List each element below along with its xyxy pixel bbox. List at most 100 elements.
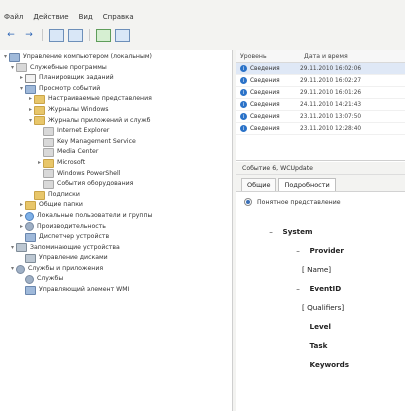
info-icon: i (240, 101, 247, 108)
tree-item-microsoft[interactable]: ▸ Microsoft (0, 158, 232, 169)
tab-general[interactable]: Общие (241, 178, 277, 191)
event-date-cell: 29.11.2010 16:02:27 (300, 77, 362, 84)
event-properties-title: Событие 6, WCUpdate (236, 162, 405, 175)
log-icon (43, 126, 54, 136)
menu-action[interactable]: Действие (33, 10, 68, 24)
collapse-dash-icon[interactable]: – (289, 279, 307, 298)
xml-provider-node[interactable]: – Provider (244, 241, 397, 260)
tree-item-device-manager[interactable]: Диспетчер устройств (0, 232, 232, 243)
tree-item-task-scheduler[interactable]: ▸ Планировщик заданий (0, 73, 232, 84)
tree-item-disk-management[interactable]: Управление дисками (0, 253, 232, 264)
friendly-view-option[interactable]: Понятное представление (244, 198, 397, 206)
tree-item-hardware-events[interactable]: События оборудования (0, 179, 232, 190)
toolbar-separator (89, 29, 90, 41)
expand-icon[interactable]: ▸ (27, 105, 34, 116)
tree-item-key-management[interactable]: Key Management Service (0, 137, 232, 148)
event-date-cell: 23.11.2010 12:28:40 (300, 125, 362, 132)
menu-help[interactable]: Справка (103, 10, 134, 24)
expand-icon[interactable]: ▸ (18, 200, 25, 211)
tree-item-internet-explorer[interactable]: Internet Explorer (0, 126, 232, 137)
xml-task-node: Task (309, 341, 328, 350)
back-arrow-icon[interactable]: ← (4, 29, 18, 42)
forward-arrow-icon[interactable]: → (22, 29, 36, 42)
expand-icon[interactable]: ▾ (9, 264, 16, 275)
event-level-cell: i Сведения (236, 77, 292, 84)
collapse-dash-icon[interactable]: – (262, 222, 280, 241)
tree-item-windows-logs[interactable]: ▸ Журналы Windows (0, 105, 232, 116)
info-icon: i (240, 77, 247, 84)
event-viewer-icon (25, 84, 36, 94)
expand-icon[interactable]: ▸ (18, 73, 25, 84)
expand-icon[interactable]: ▸ (27, 94, 34, 105)
events-grid-header: Уровень Дата и время (236, 50, 405, 63)
expand-icon[interactable]: ▸ (36, 158, 43, 169)
xml-name-attribute: [ Name] (302, 265, 332, 274)
event-date-cell: 24.11.2010 14:21:43 (300, 101, 362, 108)
event-row[interactable]: i Сведения 23.11.2010 12:28:40 (236, 123, 405, 135)
event-row[interactable]: i Сведения 29.11.2010 16:01:26 (236, 87, 405, 99)
event-row-selected[interactable]: i Сведения 29.11.2010 16:02:27 (236, 75, 405, 87)
tree-item-system-tools[interactable]: ▾ Служебные программы (0, 63, 232, 74)
event-level-cell: i Сведения (236, 113, 292, 120)
event-date-cell: 29.11.2010 16:01:26 (300, 89, 362, 96)
xml-system-node[interactable]: – System (244, 222, 397, 241)
toolbar: ← → (0, 26, 405, 44)
xml-qualifiers-attribute: [ Qualifiers] (302, 303, 345, 312)
computer-management-icon (9, 52, 20, 62)
tree-item-storage[interactable]: ▾ Запоминающие устройства (0, 243, 232, 254)
tree-item-custom-views[interactable]: ▸ Настраиваемые представления (0, 94, 232, 105)
event-date-cell: 23.11.2010 13:07:50 (300, 113, 362, 120)
tab-details[interactable]: Подробности (278, 178, 336, 191)
log-icon (43, 137, 54, 147)
xml-eventid-node[interactable]: – EventID (244, 279, 397, 298)
collapse-dash-icon[interactable]: – (289, 241, 307, 260)
friendly-view-label: Понятное представление (257, 198, 341, 206)
tree-item-services-apps[interactable]: ▾ Службы и приложения (0, 264, 232, 275)
expand-icon[interactable]: ▸ (18, 222, 25, 233)
tree-item-performance[interactable]: ▸ Производительность (0, 222, 232, 233)
info-icon: i (240, 89, 247, 96)
expand-icon[interactable]: ▾ (9, 63, 16, 74)
info-icon: i (240, 125, 247, 132)
folder-up-icon[interactable] (49, 28, 64, 42)
event-row[interactable]: i Сведения 23.11.2010 13:07:50 (236, 111, 405, 123)
tree-item-powershell[interactable]: Windows PowerShell (0, 169, 232, 180)
tree-item-app-service-logs[interactable]: ▾ Журналы приложений и служб (0, 116, 232, 127)
tree-item-subscriptions[interactable]: Подписки (0, 190, 232, 201)
column-header-level[interactable]: Уровень (236, 53, 296, 60)
expand-icon[interactable]: ▾ (18, 84, 25, 95)
tree-item-media-center[interactable]: Media Center (0, 147, 232, 158)
navigation-tree-pane: ▾ Управление компьютером (локальным) ▾ С… (0, 50, 233, 411)
log-icon (43, 148, 54, 158)
log-icon (43, 179, 54, 189)
properties-icon[interactable] (115, 28, 130, 42)
folder-icon (34, 116, 45, 126)
toolbar-separator (42, 29, 43, 41)
tree-item-local-users[interactable]: ▸ Локальные пользователи и группы (0, 211, 232, 222)
expand-icon[interactable]: ▾ (9, 243, 16, 254)
details-pane: Уровень Дата и время i Сведения 29.11.20… (236, 50, 405, 411)
tree-item-event-viewer[interactable]: ▾ Просмотр событий (0, 84, 232, 95)
tree-root[interactable]: ▾ Управление компьютером (локальным) (0, 52, 232, 63)
event-level-cell: i Сведения (236, 101, 292, 108)
expand-icon[interactable]: ▾ (27, 116, 34, 127)
expand-icon[interactable]: ▸ (18, 211, 25, 222)
menu-file[interactable]: Файл (4, 10, 23, 24)
show-hide-tree-icon[interactable] (68, 28, 83, 42)
help-icon[interactable] (96, 28, 111, 42)
menu-view[interactable]: Вид (79, 10, 93, 24)
tree-item-wmi[interactable]: Управляющий элемент WMI (0, 285, 232, 296)
tree-item-services[interactable]: Службы (0, 274, 232, 285)
event-row[interactable]: i Сведения 29.11.2010 16:02:06 (236, 63, 405, 75)
services-icon (25, 275, 34, 285)
expand-icon[interactable]: ▾ (2, 52, 9, 63)
tree-item-shared-folders[interactable]: ▸ Общие папки (0, 200, 232, 211)
event-properties-pane: Событие 6, WCUpdate Общие Подробности По… (236, 162, 405, 411)
event-row[interactable]: i Сведения 24.11.2010 14:21:43 (236, 99, 405, 111)
event-level-cell: i Сведения (236, 89, 292, 96)
column-header-date[interactable]: Дата и время (296, 53, 405, 60)
radio-selected-icon[interactable] (244, 198, 252, 206)
device-manager-icon (25, 232, 36, 242)
tools-icon (16, 63, 27, 73)
folder-icon (34, 105, 45, 115)
